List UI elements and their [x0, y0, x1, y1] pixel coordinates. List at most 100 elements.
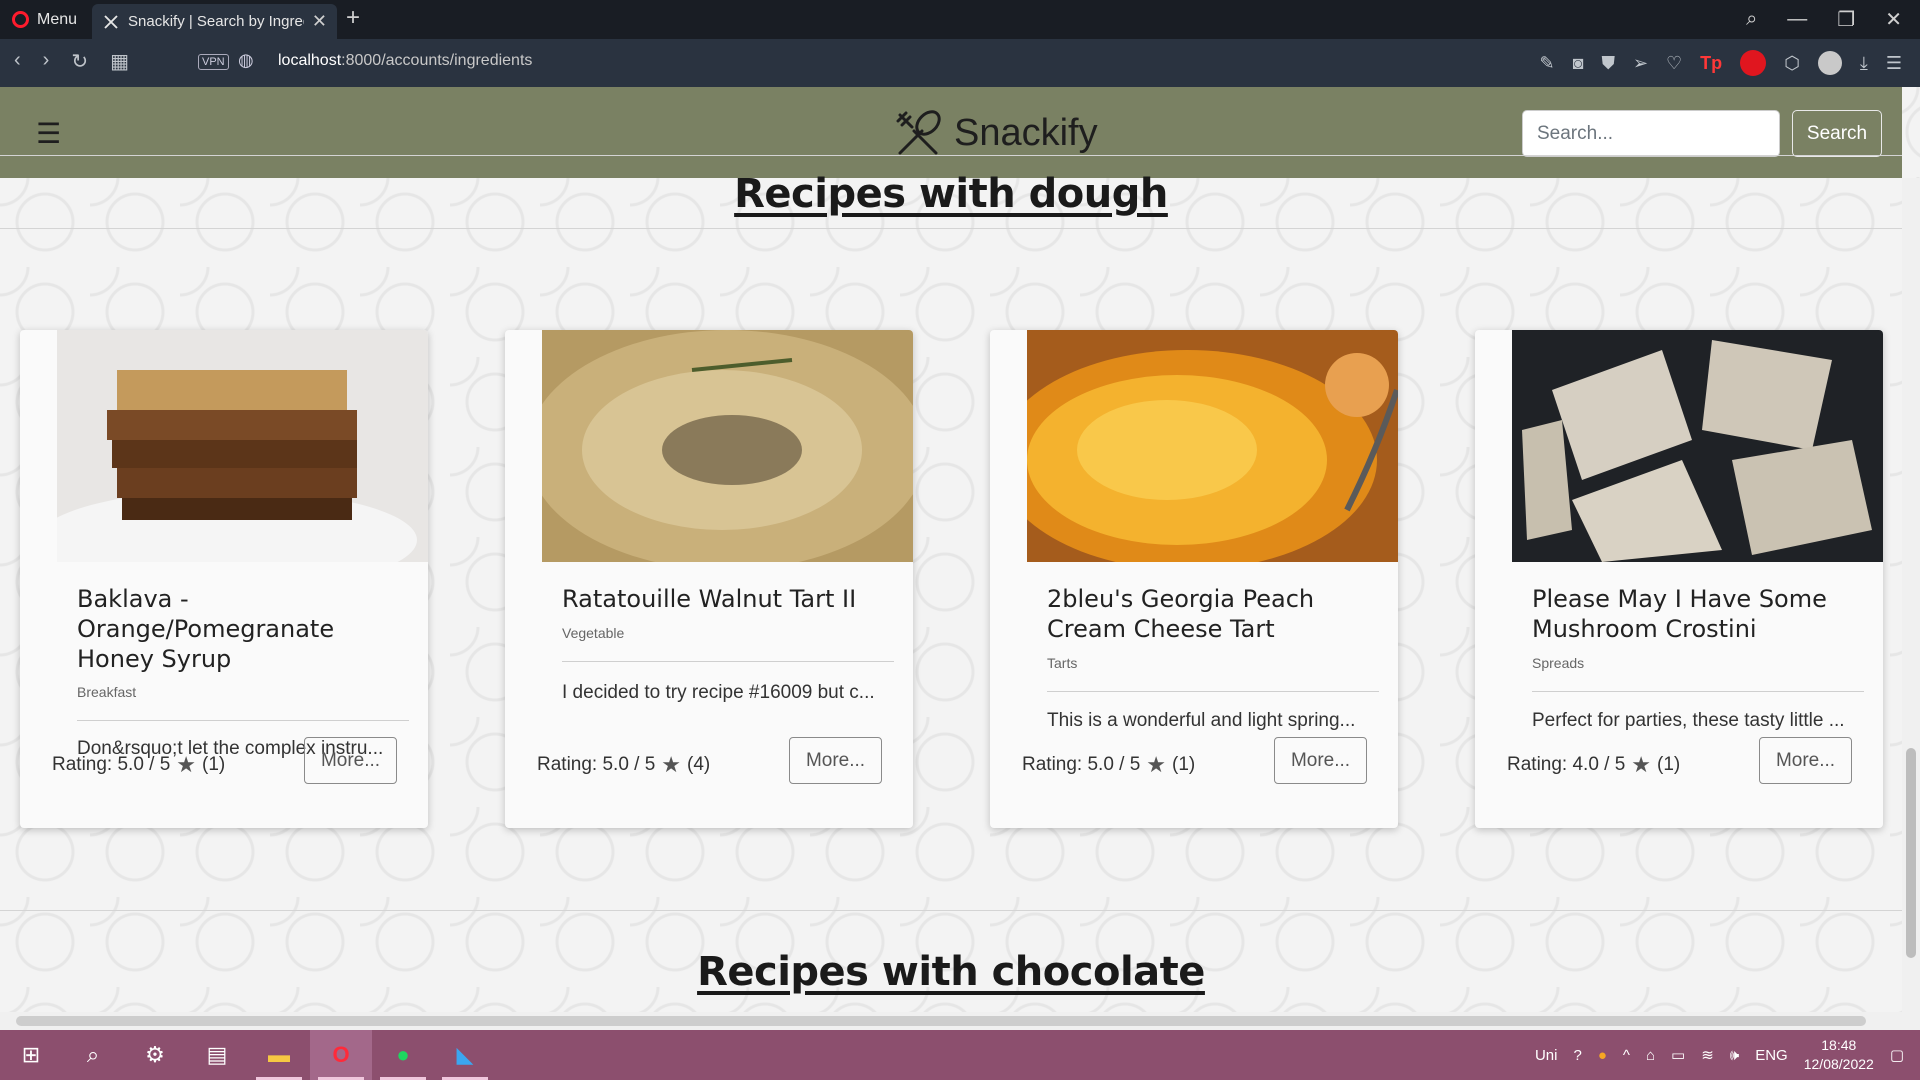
more-button[interactable]: More...	[1274, 737, 1367, 784]
taskbar-search-icon[interactable]: ⌕	[62, 1030, 124, 1080]
notification-dot-icon[interactable]: ●	[1598, 1047, 1607, 1064]
more-button[interactable]: More...	[789, 737, 882, 784]
more-button[interactable]: More...	[304, 737, 397, 784]
crostini-photo[interactable]	[1512, 330, 1883, 562]
star-icon: ★	[661, 752, 682, 777]
close-window-icon[interactable]: ✕	[1885, 7, 1902, 32]
language-indicator[interactable]: ENG	[1755, 1047, 1788, 1064]
horizontal-scroll-thumb[interactable]	[16, 1016, 1866, 1026]
volume-icon[interactable]: 🕪	[1730, 1047, 1739, 1064]
edit-icon[interactable]: ✎	[1539, 53, 1554, 74]
search-button[interactable]: Search	[1792, 110, 1882, 157]
opera-browser-icon[interactable]: O	[310, 1030, 372, 1080]
recipe-description: This is a wonderful and light spring...	[1047, 710, 1356, 731]
remote-desktop-icon[interactable]: ▤	[186, 1030, 248, 1080]
rating-text: Rating: 4.0 / 5	[1507, 754, 1626, 775]
browser-tab-active[interactable]: Snackify | Search by Ingred ✕	[92, 4, 337, 39]
site-navbar: ☰ Snackify Search	[0, 87, 1902, 178]
section-divider	[0, 910, 1902, 911]
settings-gear-icon[interactable]: ⚙	[124, 1030, 186, 1080]
brand-name: Snackify	[954, 111, 1098, 154]
system-tray: Uni ? ● ^ ⌂ ▭ ≋ 🕪 ENG 18:48 12/08/2022 ▢	[1535, 1030, 1920, 1080]
card-divider	[562, 661, 894, 662]
wifi-icon[interactable]: ≋	[1701, 1046, 1714, 1064]
section-heading-dough[interactable]: Recipes with dough	[0, 171, 1902, 217]
back-icon[interactable]: ‹	[14, 49, 21, 74]
search-input[interactable]	[1522, 110, 1780, 157]
minimize-icon[interactable]: —	[1787, 8, 1807, 31]
recipe-rating: Rating: 5.0 / 5 ★ (1)	[1022, 754, 1195, 776]
snackify-favicon-icon	[104, 14, 118, 29]
rating-count: (1)	[1172, 754, 1196, 775]
section-divider	[0, 228, 1902, 229]
browser-menu-label: Menu	[37, 10, 78, 28]
camera-icon[interactable]: ◙	[1573, 53, 1584, 74]
brand-link[interactable]: Snackify	[892, 107, 1098, 159]
recipe-title[interactable]: Ratatouille Walnut Tart II	[562, 584, 897, 614]
recipe-rating: Rating: 4.0 / 5 ★ (1)	[1507, 754, 1680, 776]
browser-search-icon[interactable]: ⌕	[1746, 8, 1757, 31]
rating-count: (4)	[687, 754, 711, 775]
navigation-buttons: ‹ › ↻ ▦	[14, 49, 129, 74]
star-icon: ★	[1146, 752, 1167, 777]
shield-icon[interactable]: ⛊	[1601, 53, 1615, 74]
recipe-description: I decided to try recipe #16009 but c...	[562, 682, 875, 703]
network-icon[interactable]: ⌂	[1646, 1047, 1655, 1064]
vertical-scrollbar[interactable]	[1902, 178, 1920, 1012]
recipe-title[interactable]: Baklava - Orange/Pomegranate Honey Syrup	[77, 584, 412, 674]
rating-text: Rating: 5.0 / 5	[1022, 754, 1141, 775]
cube-icon[interactable]: ⬡	[1784, 53, 1800, 74]
tab-title: Snackify | Search by Ingred	[128, 13, 304, 30]
vertical-scroll-thumb[interactable]	[1906, 748, 1916, 958]
windows-start-icon[interactable]: ⊞	[0, 1030, 62, 1080]
new-tab-icon[interactable]: +	[346, 4, 360, 32]
recipe-category: Breakfast	[77, 684, 137, 700]
extension-tp-icon[interactable]: Tp	[1700, 53, 1722, 74]
battery-icon[interactable]: ▭	[1671, 1046, 1685, 1064]
profile-avatar-icon[interactable]	[1817, 51, 1842, 75]
spotify-icon[interactable]: ●	[372, 1030, 434, 1080]
card-divider	[1047, 691, 1379, 692]
section-heading-chocolate[interactable]: Recipes with chocolate	[0, 949, 1902, 995]
globe-icon[interactable]: ◍	[238, 50, 254, 71]
tabs-grid-icon[interactable]: ▦	[110, 49, 129, 74]
heart-icon[interactable]: ♡	[1666, 53, 1682, 74]
vscode-icon[interactable]: ◣	[434, 1030, 496, 1080]
recipe-card: Please May I Have Some Mushroom Crostini…	[1475, 330, 1883, 828]
file-explorer-icon[interactable]: ▬	[248, 1030, 310, 1080]
notification-center-icon[interactable]: ▢	[1890, 1046, 1904, 1064]
url-field[interactable]: localhost:8000/accounts/ingredients	[278, 52, 532, 70]
peach-tart-photo[interactable]	[1027, 330, 1398, 562]
recipe-category: Tarts	[1047, 655, 1078, 671]
recipe-title[interactable]: 2bleu's Georgia Peach Cream Cheese Tart	[1047, 584, 1382, 644]
browser-tab-bar: Menu Snackify | Search by Ingred ✕ + ⌕ —…	[0, 0, 1920, 39]
help-icon[interactable]: ?	[1573, 1047, 1581, 1064]
rating-text: Rating: 5.0 / 5	[537, 754, 656, 775]
card-divider	[77, 720, 409, 721]
tray-uni-label[interactable]: Uni	[1535, 1047, 1558, 1064]
recipe-card: Ratatouille Walnut Tart II Vegetable I d…	[505, 330, 913, 828]
reload-icon[interactable]: ↻	[71, 49, 88, 74]
restore-icon[interactable]: ❐	[1837, 7, 1855, 32]
windows-taskbar: ⊞ ⌕ ⚙ ▤ ▬ O ● ◣ Uni ? ● ^ ⌂ ▭ ≋ 🕪 ENG 18…	[0, 1030, 1920, 1080]
tray-expand-icon[interactable]: ^	[1623, 1047, 1630, 1064]
page-viewport: ☰ Snackify Search Recipes with dough	[0, 87, 1920, 1012]
card-divider	[1532, 691, 1864, 692]
baklava-photo[interactable]	[57, 330, 428, 562]
hamburger-menu-icon[interactable]: ☰	[36, 117, 61, 150]
clock[interactable]: 18:48 12/08/2022	[1804, 1036, 1874, 1074]
more-button[interactable]: More...	[1759, 737, 1852, 784]
easy-setup-icon[interactable]: ☰	[1886, 53, 1902, 74]
download-icon[interactable]: ⤓	[1860, 53, 1868, 74]
tart-photo[interactable]	[542, 330, 913, 562]
browser-menu-button[interactable]: Menu	[0, 0, 92, 39]
send-icon[interactable]: ➢	[1633, 53, 1648, 74]
forward-icon[interactable]: ›	[43, 49, 50, 74]
recipe-title[interactable]: Please May I Have Some Mushroom Crostini	[1532, 584, 1867, 644]
clock-date: 12/08/2022	[1803, 1056, 1874, 1072]
adblock-icon[interactable]	[1740, 50, 1767, 76]
tab-close-icon[interactable]: ✕	[312, 11, 327, 32]
vpn-badge[interactable]: VPN	[198, 54, 229, 70]
horizontal-scrollbar[interactable]	[0, 1012, 1920, 1030]
recipe-description: Perfect for parties, these tasty little …	[1532, 710, 1845, 731]
